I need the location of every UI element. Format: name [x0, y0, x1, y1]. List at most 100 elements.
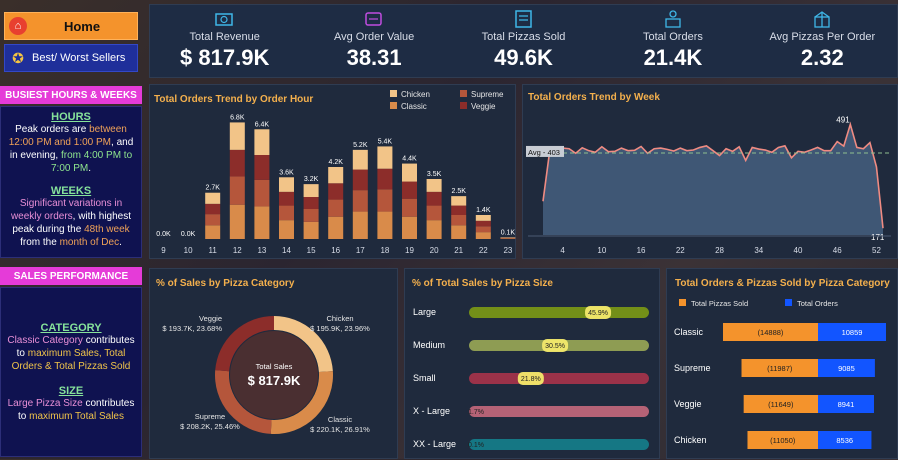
bar-segment [500, 237, 515, 238]
kpi-avg-pizzas-per-order: Avg Pizzas Per Order 2.32 [748, 5, 897, 77]
data-label: 0.0K [181, 231, 196, 238]
home-button[interactable]: ⌂ Home [4, 12, 138, 40]
medal-icon: ✪ [10, 48, 26, 68]
size-track [469, 373, 649, 384]
orders-value: 8941 [838, 400, 855, 409]
legend-label: Supreme [471, 90, 504, 99]
bar-segment [254, 155, 269, 180]
bar-segment [427, 206, 442, 221]
size-track [469, 439, 649, 450]
sales-by-category-chart: Total Sales$ 817.9KClassic$ 220.1K, 26.9… [150, 269, 399, 460]
slice-value: $ 193.7K, 23.68% [162, 324, 222, 333]
bar-segment [230, 176, 245, 204]
orders-pizzas-by-category-panel: Total Orders & Pizzas Sold by Pizza Cate… [666, 268, 898, 459]
legend-swatch [785, 299, 792, 306]
bar-segment [377, 212, 392, 239]
bar-segment [279, 177, 294, 192]
bar-segment [279, 206, 294, 221]
size-label: Large [413, 307, 436, 317]
kpi-value: 21.4K [598, 45, 747, 71]
bar-segment [304, 184, 319, 197]
x-tick-label: 18 [380, 246, 389, 255]
legend-swatch [460, 102, 467, 109]
bar-segment [402, 217, 417, 239]
delivery-icon [662, 9, 684, 29]
bar-segment [353, 150, 368, 170]
x-tick-label: 17 [356, 246, 365, 255]
data-label: 3.6K [279, 169, 294, 176]
bar-segment [476, 215, 491, 221]
size-value: 1.7% [468, 409, 484, 416]
x-tick-label: 20 [430, 246, 439, 255]
avg-label: Avg - 403 [528, 148, 560, 157]
donut-center-value: $ 817.9K [248, 373, 301, 388]
pizzas-value: (11649) [768, 400, 794, 409]
legend-label: Total Orders [797, 299, 838, 308]
x-tick-label: 46 [833, 246, 842, 255]
kpi-value: 38.31 [299, 45, 448, 71]
category-label: Classic [674, 327, 704, 337]
orders-pizzas-by-category-chart: Total Pizzas SoldTotal OrdersClassic(148… [667, 269, 898, 460]
hours-title: HOURS [1, 111, 141, 123]
bar-segment [328, 183, 343, 199]
bar-segment [500, 238, 515, 239]
x-tick-label: 4 [560, 246, 565, 255]
data-label: 6.8K [230, 114, 245, 121]
slice-name: Veggie [199, 314, 222, 323]
slice-name: Supreme [195, 412, 225, 421]
data-label: 3.5K [427, 171, 442, 178]
size-value: 30.5% [545, 343, 565, 350]
home-label: Home [27, 19, 137, 34]
best-worst-sellers-button[interactable]: ✪ Best/ Worst Sellers [4, 44, 138, 72]
bar-segment [377, 169, 392, 190]
data-label: 0.0K [156, 231, 171, 238]
pizza-box-icon [513, 9, 535, 29]
legend-label: Chicken [401, 90, 430, 99]
bar-segment [427, 220, 442, 239]
slice-value: $ 220.1K, 26.91% [310, 425, 370, 434]
bar-segment [328, 200, 343, 217]
orders-by-week-panel: Total Orders Trend by Week Avg - 4034911… [522, 84, 898, 259]
legend-label: Veggie [471, 102, 496, 111]
category-label: Chicken [674, 435, 707, 445]
pizzas-value: (11050) [770, 436, 796, 445]
orders-value: 9085 [838, 364, 855, 373]
kpi-avg-order-value: Avg Order Value 38.31 [299, 5, 448, 77]
legend-swatch [390, 90, 397, 97]
x-tick-label: 11 [209, 246, 218, 255]
bar-segment [451, 196, 466, 205]
bar-segment [230, 122, 245, 149]
data-label: 3.2K [304, 176, 319, 183]
x-tick-label: 34 [754, 246, 763, 255]
weeks-text: Significant variations in weekly orders,… [1, 197, 141, 249]
x-tick-label: 15 [307, 246, 316, 255]
data-label: 2.5K [451, 188, 466, 195]
pizzas-value: (14888) [758, 328, 784, 337]
bar-segment [205, 214, 220, 225]
x-tick-label: 19 [405, 246, 414, 255]
bar-segment [230, 150, 245, 177]
bar-segment [353, 170, 368, 191]
x-tick-label: 13 [257, 246, 266, 255]
kpi-value: $ 817.9K [150, 45, 299, 71]
kpi-title: Total Orders [598, 31, 747, 43]
bar-segment [353, 190, 368, 211]
max-annotation: 491 [836, 115, 850, 124]
kpi-value: 2.32 [748, 45, 897, 71]
sales-by-category-panel: % of Sales by Pizza Category Total Sales… [149, 268, 398, 459]
x-tick-label: 40 [794, 246, 803, 255]
gift-box-icon [811, 9, 833, 29]
size-title: SIZE [1, 385, 141, 397]
best-worst-label: Best/ Worst Sellers [26, 52, 137, 64]
size-label: XX - Large [413, 439, 456, 449]
min-annotation: 171 [871, 233, 885, 242]
bar-segment [476, 232, 491, 239]
x-tick-label: 10 [597, 246, 606, 255]
kpi-bar: Total Revenue $ 817.9K Avg Order Value 3… [149, 4, 898, 78]
x-tick-label: 12 [233, 246, 242, 255]
kpi-total-orders: Total Orders 21.4K [598, 5, 747, 77]
data-label: 4.2K [328, 159, 343, 166]
data-label: 1.4K [476, 207, 491, 214]
size-value: 21.8% [521, 376, 541, 383]
donut-center-label: Total Sales [256, 362, 293, 371]
